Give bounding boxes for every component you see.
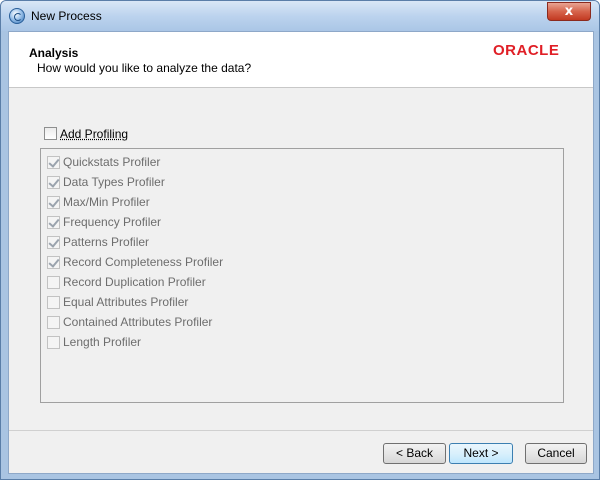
profiler-item: Length Profiler bbox=[47, 334, 141, 350]
next-button[interactable]: Next > bbox=[449, 443, 513, 464]
profiler-checkbox bbox=[47, 155, 60, 169]
profiler-checkbox bbox=[47, 195, 60, 209]
add-profiling-checkbox[interactable] bbox=[44, 127, 57, 141]
footer-divider bbox=[9, 430, 593, 431]
profiler-label: Record Completeness Profiler bbox=[63, 255, 224, 269]
profiler-label: Length Profiler bbox=[63, 335, 142, 349]
window-title: New Process bbox=[31, 9, 102, 23]
cancel-button[interactable]: Cancel bbox=[525, 443, 587, 464]
back-button[interactable]: < Back bbox=[383, 443, 446, 464]
profiler-item: Record Duplication Profiler bbox=[47, 274, 206, 290]
profiler-label: Max/Min Profiler bbox=[63, 195, 150, 209]
profiler-label: Equal Attributes Profiler bbox=[63, 295, 189, 309]
add-profiling-option[interactable]: Add Profiling bbox=[44, 126, 128, 141]
profiler-item: Patterns Profiler bbox=[47, 234, 149, 250]
profiler-label: Contained Attributes Profiler bbox=[63, 315, 213, 329]
profiler-item: Equal Attributes Profiler bbox=[47, 294, 188, 310]
add-profiling-label[interactable]: Add Profiling bbox=[60, 127, 128, 141]
profiler-label: Patterns Profiler bbox=[63, 235, 150, 249]
dialog-body: Analysis How would you like to analyze t… bbox=[8, 31, 594, 474]
profiler-checkbox bbox=[47, 315, 60, 329]
profiler-item: Contained Attributes Profiler bbox=[47, 314, 212, 330]
title-bar[interactable]: New Process x bbox=[1, 1, 599, 31]
profiler-checkbox bbox=[47, 175, 60, 189]
dialog-window: New Process x Analysis How would you lik… bbox=[0, 0, 600, 480]
profiler-checkbox bbox=[47, 255, 60, 269]
profiler-label: Frequency Profiler bbox=[63, 215, 162, 229]
profiler-checkbox bbox=[47, 295, 60, 309]
profiler-label: Data Types Profiler bbox=[63, 175, 165, 189]
profiler-item: Frequency Profiler bbox=[47, 214, 161, 230]
profiler-list: Quickstats Profiler Data Types Profiler Ma… bbox=[40, 148, 564, 403]
step-subtitle: How would you like to analyze the data? bbox=[37, 61, 252, 75]
wizard-header: Analysis How would you like to analyze t… bbox=[9, 32, 593, 88]
profiler-item: Quickstats Profiler bbox=[47, 154, 160, 170]
profiler-checkbox bbox=[47, 215, 60, 229]
profiler-label: Record Duplication Profiler bbox=[63, 275, 206, 289]
close-button[interactable]: x bbox=[547, 2, 591, 21]
step-title: Analysis bbox=[29, 46, 79, 60]
profiler-checkbox bbox=[47, 235, 60, 249]
profiler-item: Record Completeness Profiler bbox=[47, 254, 223, 270]
profiler-item: Max/Min Profiler bbox=[47, 194, 150, 210]
app-icon bbox=[9, 8, 25, 24]
profiler-checkbox bbox=[47, 275, 60, 289]
profiler-checkbox bbox=[47, 335, 60, 349]
profiler-item: Data Types Profiler bbox=[47, 174, 165, 190]
profiler-label: Quickstats Profiler bbox=[63, 155, 161, 169]
oracle-logo: ORACLE bbox=[493, 42, 560, 59]
